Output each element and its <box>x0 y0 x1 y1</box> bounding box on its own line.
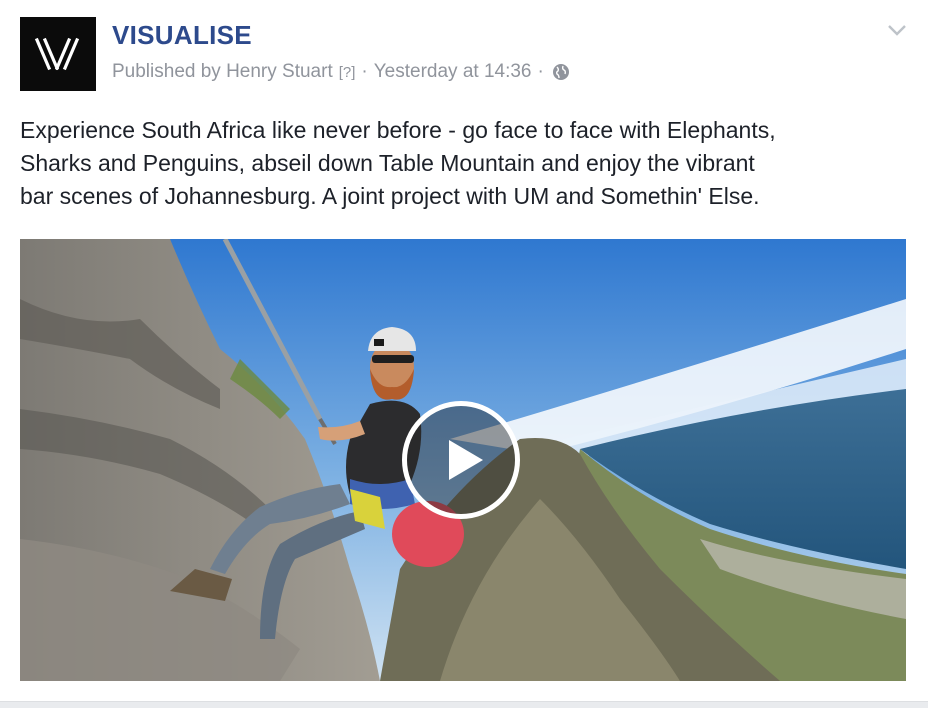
play-icon <box>449 440 483 480</box>
globe-icon[interactable] <box>552 63 570 81</box>
separator: · <box>361 61 368 82</box>
post-text-line: Sharks and Penguins, abseil down Table M… <box>20 150 755 176</box>
page-name-link[interactable]: VISUALISE <box>112 20 252 51</box>
published-by-text[interactable]: Published by Henry Stuart <box>112 61 333 83</box>
chevron-down-icon[interactable] <box>886 20 908 40</box>
play-button[interactable] <box>402 401 520 519</box>
post-meta: Published by Henry Stuart [?] · Yesterda… <box>112 61 570 83</box>
feed-post: VISUALISE Published by Henry Stuart [?] … <box>0 0 928 708</box>
video-player[interactable] <box>20 239 906 681</box>
post-divider <box>0 701 928 708</box>
help-link[interactable]: [?] <box>339 64 356 81</box>
page-avatar[interactable] <box>20 17 96 91</box>
post-text-line: bar scenes of Johannesburg. A joint proj… <box>20 183 760 209</box>
visualise-logo-icon <box>34 37 80 71</box>
post-timestamp[interactable]: Yesterday at 14:36 <box>374 61 532 83</box>
post-text-line: Experience South Africa like never befor… <box>20 117 776 143</box>
post-message: Experience South Africa like never befor… <box>20 114 910 213</box>
separator: · <box>537 61 544 82</box>
